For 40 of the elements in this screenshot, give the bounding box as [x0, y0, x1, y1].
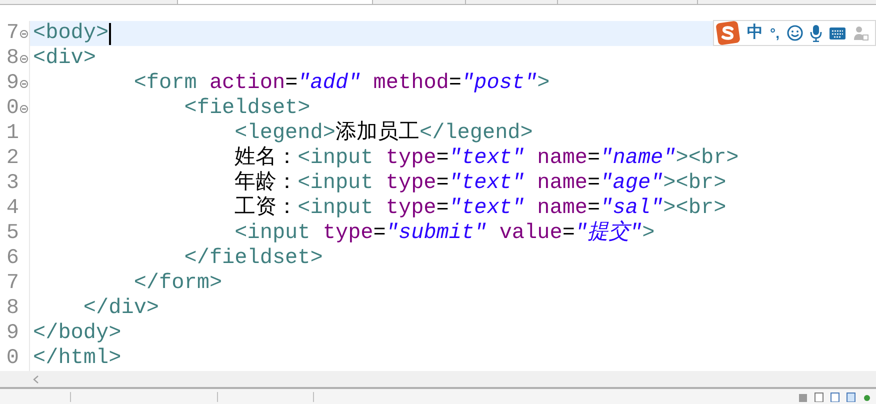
- microphone-icon[interactable]: [810, 24, 822, 42]
- line-number: 9: [6, 321, 19, 346]
- smiley-icon[interactable]: [786, 25, 802, 41]
- code-line: <input type="submit" value="提交">: [234, 221, 655, 246]
- code-line: <div>: [33, 46, 96, 71]
- code-line: </html>: [33, 346, 122, 371]
- fold-icon[interactable]: [20, 104, 28, 112]
- code-line: <legend>添加员工</legend>: [234, 121, 533, 146]
- line-number: 5: [6, 221, 19, 246]
- line-number: 8: [6, 296, 19, 321]
- code-line: <fieldset>: [183, 96, 310, 121]
- fold-icon[interactable]: [20, 80, 28, 88]
- line-number: 8: [6, 46, 19, 71]
- line-number: 3: [6, 171, 19, 196]
- code-line: 工资：<input type="text" name="sal"><br>: [234, 196, 726, 220]
- line-number: 0: [6, 96, 19, 121]
- line-number: 7: [6, 21, 19, 46]
- code-line: 年龄：<input type="text" name="age"><br>: [234, 171, 726, 196]
- code-line: 姓名：<input type="text" name="name"><br>: [234, 146, 739, 171]
- line-number: 6: [6, 246, 19, 271]
- fold-icon[interactable]: [20, 54, 28, 62]
- scroll-left-icon[interactable]: [33, 374, 39, 384]
- text-cursor: [108, 22, 111, 44]
- code-line: </form>: [132, 271, 222, 296]
- punctuation-toggle[interactable]: °,: [770, 26, 780, 40]
- code-line: </fieldset>: [183, 246, 323, 271]
- line-number: 1: [6, 121, 19, 146]
- code-line: <form action="add" method="post">: [132, 71, 550, 96]
- line-number: 7: [6, 271, 19, 296]
- ime-logo-icon[interactable]: [716, 21, 740, 45]
- input-mode-toggle[interactable]: 中: [747, 25, 763, 41]
- line-number: 9: [6, 71, 19, 96]
- code-line: </body>: [33, 321, 122, 346]
- fold-icon[interactable]: [20, 30, 28, 38]
- line-number: 2: [6, 146, 19, 171]
- line-number: 0: [6, 346, 19, 371]
- code-line: <body>: [33, 21, 109, 46]
- line-number: 4: [6, 196, 19, 221]
- code-line: </div>: [82, 296, 160, 321]
- keyboard-icon[interactable]: [828, 26, 846, 40]
